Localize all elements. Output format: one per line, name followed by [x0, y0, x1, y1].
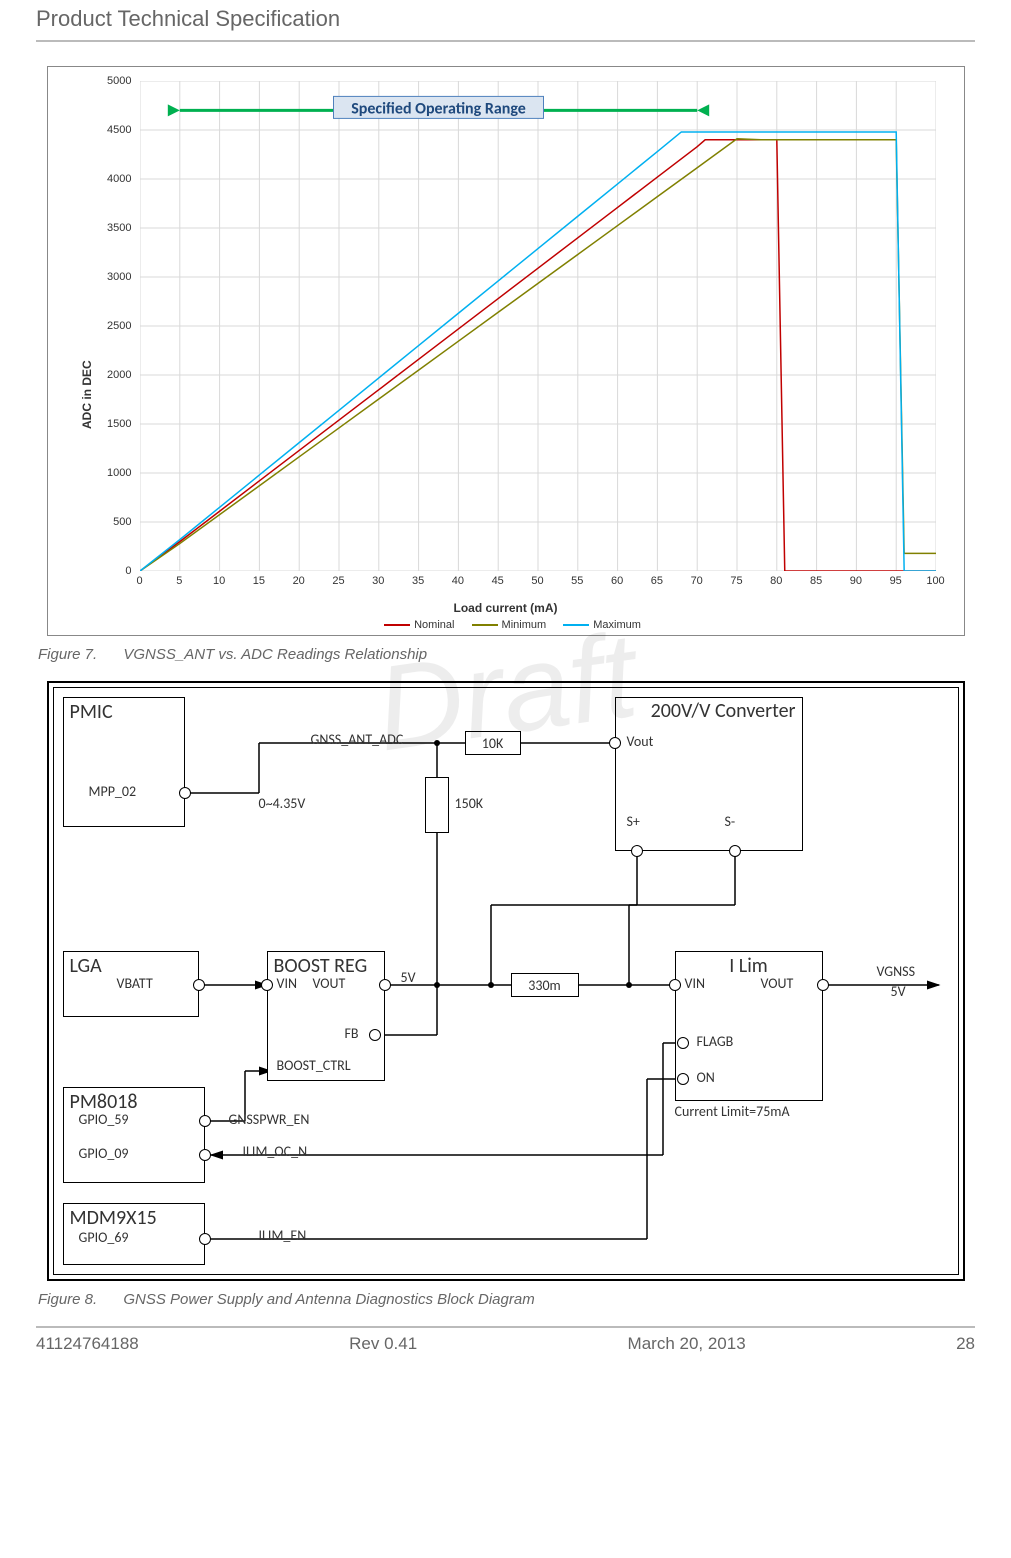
pin-vin2: VIN: [685, 975, 706, 992]
pin-on: ON: [697, 1069, 715, 1086]
footer-date: March 20, 2013: [628, 1334, 746, 1354]
dot-vin1: [261, 979, 273, 991]
dot-splus: [631, 845, 643, 857]
dot-sminus: [729, 845, 741, 857]
label-current-limit: Current Limit=75mA: [675, 1103, 790, 1120]
block-converter: 200V/V Converter: [615, 697, 803, 851]
dot-fb: [369, 1029, 381, 1041]
footer-docid: 41124764188: [36, 1334, 139, 1354]
pin-boost-ctrl: BOOST_CTRL: [277, 1057, 351, 1074]
dot-mpp02: [179, 787, 191, 799]
label-ilim-en: ILIM_EN: [259, 1227, 307, 1244]
resistor-150k: [425, 777, 449, 833]
legend-nominal: Nominal: [414, 619, 454, 631]
pin-vout-conv: Vout: [627, 733, 654, 750]
dot-vin2: [669, 979, 681, 991]
pin-vin1: VIN: [277, 975, 298, 992]
resistor-330m: 330m: [511, 973, 579, 997]
dot-gpio59: [199, 1115, 211, 1127]
dot-vout1: [379, 979, 391, 991]
block-pm8018: PM8018: [63, 1087, 205, 1183]
pin-flagb: FLAGB: [697, 1033, 734, 1050]
pin-vbatt: VBATT: [117, 975, 153, 992]
block-diagram-figure-8: PMIC MPP_02 0~4.35V GNSS_ANT_ADC 200V/V …: [47, 681, 965, 1281]
pin-splus: S+: [627, 813, 640, 830]
label-range-v: 0~4.35V: [259, 795, 306, 812]
dot-flagb: [677, 1037, 689, 1049]
figure-7-caption: Figure 7. VGNSS_ANT vs. ADC Readings Rel…: [38, 646, 975, 663]
label-gnsspwr-en: GNSSPWR_EN: [229, 1111, 310, 1128]
pin-mpp02: MPP_02: [89, 783, 137, 800]
label-5v: 5V: [401, 969, 416, 986]
x-axis-title: Load current (mA): [48, 601, 964, 615]
legend-maximum: Maximum: [593, 619, 641, 631]
label-vgnss: VGNSS: [877, 963, 916, 980]
label-ilim-oc-n: ILIM_OC_N: [243, 1143, 308, 1160]
pin-vout1: VOUT: [313, 975, 346, 992]
label-vgnss5v: 5V: [891, 983, 906, 1000]
doc-title: Product Technical Specification: [36, 0, 975, 40]
dot-on: [677, 1073, 689, 1085]
pin-vout2: VOUT: [761, 975, 794, 992]
pin-gpio69: GPIO_69: [79, 1229, 129, 1246]
footer-page: 28: [956, 1334, 975, 1354]
chart-figure-7: Draft ADC in DEC 05001000150020002500300…: [47, 66, 965, 636]
pin-sminus: S-: [725, 813, 736, 830]
dot-gpio69: [199, 1233, 211, 1245]
dot-vout2: [817, 979, 829, 991]
dot-gpio09: [199, 1149, 211, 1161]
footer-rev: Rev 0.41: [349, 1334, 417, 1354]
block-pmic: PMIC: [63, 697, 185, 827]
pin-fb: FB: [345, 1025, 359, 1042]
resistor-10k: 10K: [465, 731, 521, 755]
dot-vout-conv: [609, 737, 621, 749]
label-150k: 150K: [455, 795, 484, 812]
dot-vbatt: [193, 979, 205, 991]
pin-gpio09: GPIO_09: [79, 1145, 129, 1162]
label-gnss-ant-adc: GNSS_ANT_ADC: [311, 731, 404, 748]
pin-gpio59: GPIO_59: [79, 1111, 129, 1128]
chart-legend: Nominal Minimum Maximum: [48, 619, 964, 631]
svg-text:Specified Operating Range: Specified Operating Range: [351, 99, 526, 118]
page-footer: 41124764188 Rev 0.41 March 20, 2013 28: [36, 1326, 975, 1354]
figure-8-caption: Figure 8. GNSS Power Supply and Antenna …: [38, 1291, 975, 1308]
legend-minimum: Minimum: [502, 619, 547, 631]
